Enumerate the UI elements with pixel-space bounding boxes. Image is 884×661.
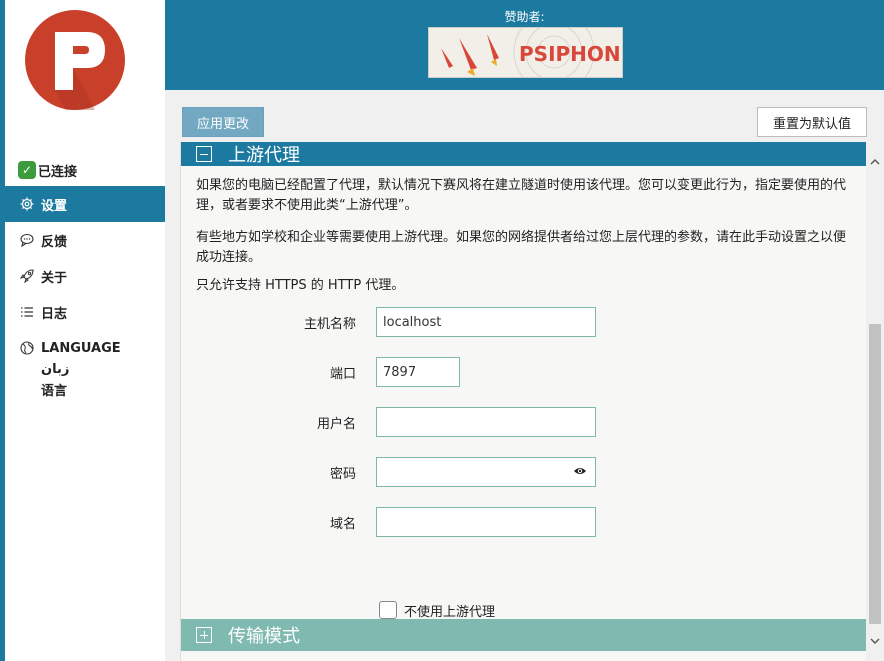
sidebar-item-label: 反馈 [41, 234, 68, 250]
hostname-label: 主机名称 [303, 317, 356, 332]
connected-check-icon: ✓ [18, 161, 36, 179]
no-upstream-proxy-checkbox[interactable] [379, 601, 397, 619]
language-option-chinese[interactable]: 语言 [41, 380, 67, 399]
username-input[interactable] [376, 407, 596, 437]
hostname-input[interactable]: localhost [376, 307, 596, 337]
section-description-1: 如果您的电脑已经配置了代理，默认情况下赛风将在建立隧道时使用该代理。您可以变更此… [196, 178, 847, 213]
sidebar-item-about[interactable]: 关于 [5, 258, 165, 294]
scroll-down-arrow-icon[interactable] [866, 621, 884, 661]
upstream-proxy-section-header[interactable]: 上游代理 [181, 142, 867, 166]
reset-defaults-button[interactable]: 重置为默认值 [757, 107, 867, 137]
sidebar-item-label: LANGUAGE [41, 340, 121, 356]
expand-icon [196, 627, 212, 643]
sidebar-item-feedback[interactable]: 反馈 [5, 222, 165, 258]
apply-changes-button[interactable]: 应用更改 [182, 107, 264, 137]
port-label: 端口 [329, 367, 356, 382]
psiphon-logo [25, 10, 125, 110]
status-label: 已连接 [38, 164, 78, 180]
globe-icon [19, 340, 35, 356]
scroll-up-arrow-icon[interactable] [866, 142, 884, 182]
scrollbar-thumb[interactable] [869, 324, 881, 624]
section-title: 传输模式 [228, 626, 300, 647]
gear-icon [19, 196, 35, 212]
sidebar-item-language[interactable]: LANGUAGE [5, 330, 165, 366]
sidebar-item-settings[interactable]: 设置 [5, 186, 165, 222]
list-icon [19, 304, 35, 320]
settings-panel: 上游代理 如果您的电脑已经配置了代理，默认情况下赛风将在建立隧道时使用该代理。您… [180, 142, 868, 661]
language-option-persian[interactable]: زبان [41, 362, 69, 377]
sponsor-banner[interactable]: PSIPHON [428, 27, 623, 78]
transport-mode-section-header[interactable]: 传输模式 [181, 619, 867, 651]
chat-icon [19, 232, 35, 248]
header: 赞助者: PSIPHON [165, 0, 884, 90]
sponsor-label: 赞助者: [504, 10, 545, 24]
sidebar-item-label: 设置 [41, 198, 68, 214]
section-title: 上游代理 [228, 145, 300, 166]
domain-label: 域名 [329, 517, 356, 532]
password-input[interactable] [376, 457, 596, 487]
main-content: 应用更改 重置为默认值 上游代理 如果您的电脑已经配置了代理，默认情况下赛风将在… [165, 90, 884, 661]
sponsor-banner-art: PSIPHON [429, 28, 622, 77]
vertical-scrollbar[interactable] [866, 142, 884, 661]
domain-input[interactable] [376, 507, 596, 537]
port-input[interactable]: 7897 [376, 357, 460, 387]
username-label: 用户名 [316, 417, 356, 432]
section-description-2: 有些地方如学校和企业等需要使用上游代理。如果您的网络提供者给过您上层代理的参数，… [196, 230, 847, 265]
section-description-3: 只允许支持 HTTPS 的 HTTP 代理。 [196, 278, 405, 293]
show-password-eye-icon[interactable] [573, 465, 587, 480]
sponsor-banner-text: PSIPHON [519, 42, 621, 66]
rocket-icon [19, 268, 35, 284]
collapse-icon [196, 146, 212, 162]
sidebar: ✓ 已连接 设置 反馈 关于 日志 LANGUAGE زبان 语言 [5, 0, 165, 661]
sidebar-item-label: 日志 [41, 306, 68, 322]
connection-status: ✓ 已连接 [18, 160, 77, 180]
no-upstream-proxy-label[interactable]: 不使用上游代理 [404, 601, 495, 620]
password-label: 密码 [329, 467, 356, 482]
sidebar-item-log[interactable]: 日志 [5, 294, 165, 330]
sidebar-item-label: 关于 [41, 270, 68, 286]
